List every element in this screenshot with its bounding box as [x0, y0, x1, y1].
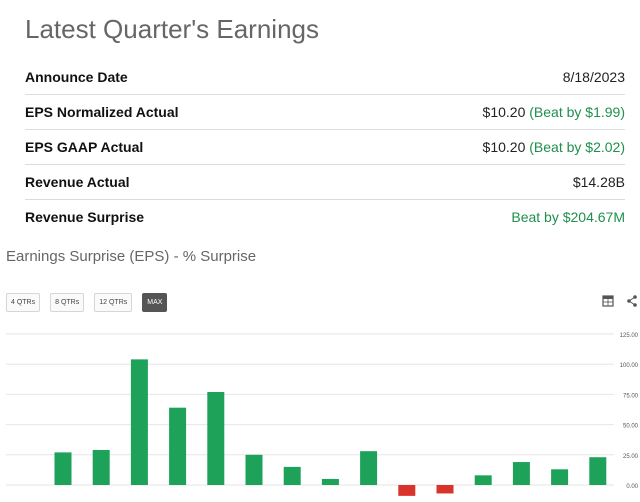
- earnings-surprise-chart: 0.00 25.00 50.00 75.00 100.00 125.00: [6, 333, 639, 496]
- surprise-bar[interactable]: [512, 462, 530, 485]
- surprise-bar[interactable]: [551, 469, 569, 485]
- y-tick-label: 75.00: [623, 393, 639, 399]
- beat-note: (Beat by $1.99): [529, 104, 625, 120]
- surprise-bar[interactable]: [130, 359, 148, 485]
- row-label: EPS GAAP Actual: [25, 139, 144, 155]
- surprise-bar[interactable]: [283, 466, 301, 485]
- range-buttons: 4 QTRs 8 QTRs 12 QTRs MAX: [6, 293, 177, 312]
- range-button-4-qtrs[interactable]: 4 QTRs: [6, 293, 41, 312]
- surprise-bar[interactable]: [360, 451, 378, 485]
- surprise-bar[interactable]: [245, 454, 263, 485]
- calendar-table-icon[interactable]: [601, 293, 615, 309]
- row-value-group: $10.20 (Beat by $2.02): [483, 139, 625, 155]
- row-value: $10.20: [482, 104, 526, 120]
- row-label: Revenue Surprise: [25, 209, 145, 225]
- y-tick-label: 50.00: [623, 424, 639, 430]
- surprise-bar[interactable]: [436, 485, 454, 494]
- page-title: Latest Quarter's Earnings: [25, 14, 319, 44]
- earnings-row-revenue-surprise: Revenue Surprise Beat by $204.67M: [25, 200, 625, 234]
- surprise-bar[interactable]: [169, 407, 187, 485]
- surprise-bar[interactable]: [54, 452, 72, 485]
- y-tick-label: 25.00: [623, 454, 639, 460]
- row-value: $14.28B: [572, 174, 625, 190]
- earnings-row-revenue-actual: Revenue Actual $14.28B: [25, 165, 625, 200]
- row-value: 8/18/2023: [562, 69, 625, 85]
- beat-note: Beat by $204.67M: [511, 209, 625, 225]
- surprise-bar[interactable]: [207, 391, 225, 485]
- surprise-bar[interactable]: [398, 485, 416, 496]
- row-label: Revenue Actual: [25, 174, 130, 190]
- range-button-max[interactable]: MAX: [142, 293, 168, 312]
- earnings-row-announce-date: Announce Date 8/18/2023: [25, 60, 625, 95]
- row-label: EPS Normalized Actual: [25, 104, 179, 120]
- row-label: Announce Date: [25, 69, 128, 85]
- y-tick-label: 125.00: [620, 333, 639, 339]
- surprise-bar[interactable]: [589, 457, 607, 485]
- range-button-12-qtrs[interactable]: 12 QTRs: [94, 293, 133, 312]
- y-tick-label: 100.00: [620, 363, 639, 369]
- range-button-8-qtrs[interactable]: 8 QTRs: [50, 293, 85, 312]
- beat-note: (Beat by $2.02): [529, 139, 625, 155]
- row-value: $10.20: [482, 139, 526, 155]
- y-tick-label: 0.00: [626, 484, 638, 490]
- surprise-bar[interactable]: [92, 449, 110, 485]
- earnings-row-eps-normalized: EPS Normalized Actual $10.20 (Beat by $1…: [25, 95, 625, 130]
- share-icon[interactable]: [625, 293, 639, 309]
- row-value-group: $10.20 (Beat by $1.99): [483, 104, 625, 120]
- earnings-table: Announce Date 8/18/2023 EPS Normalized A…: [25, 60, 625, 234]
- earnings-row-eps-gaap: EPS GAAP Actual $10.20 (Beat by $2.02): [25, 130, 625, 165]
- chart-title: Earnings Surprise (EPS) - % Surprise: [6, 248, 257, 265]
- surprise-bar[interactable]: [474, 475, 492, 485]
- surprise-bar[interactable]: [321, 478, 339, 485]
